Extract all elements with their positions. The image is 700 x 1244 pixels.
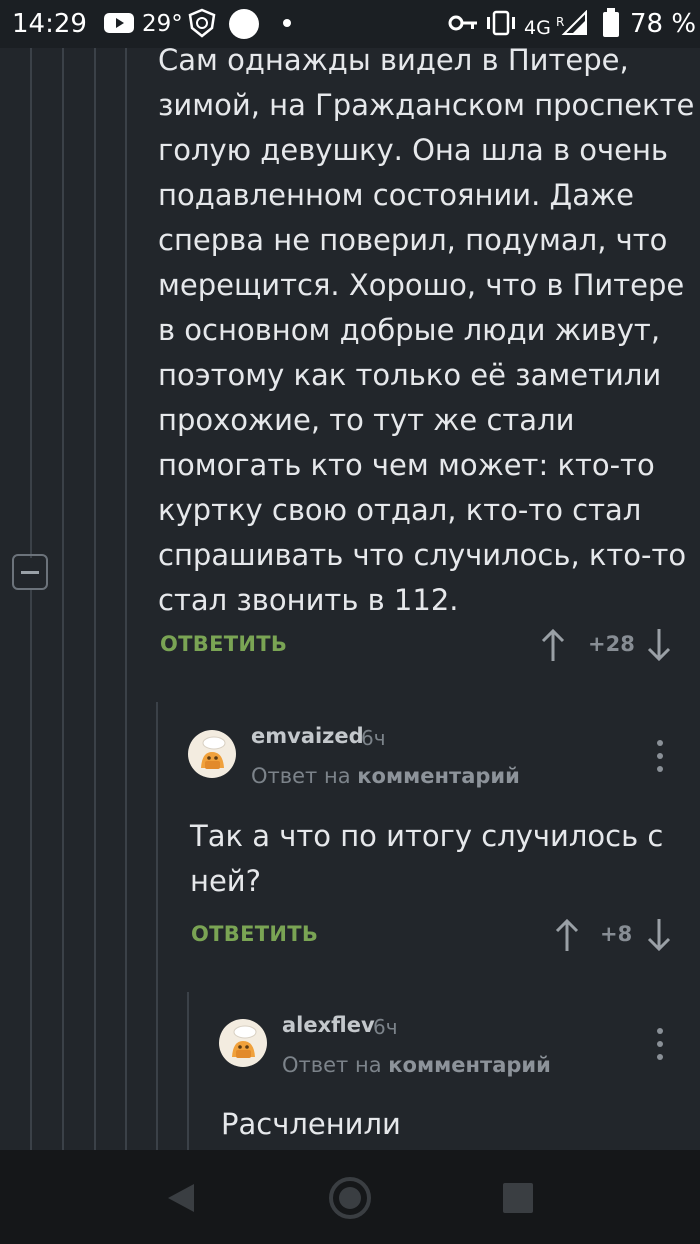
comment-time: 6ч	[373, 1015, 398, 1039]
reply-to-info: Ответ на комментарий	[282, 1053, 551, 1077]
comment-line: куртку свою отдал, кто-то стал	[158, 493, 642, 527]
comment-rating: +28	[588, 632, 635, 656]
downvote-icon[interactable]	[646, 628, 672, 662]
comment-line: подавленном состоянии. Даже	[158, 178, 634, 212]
reply-to-link[interactable]: комментарий	[357, 764, 520, 788]
youtube-icon	[104, 13, 134, 33]
comment-line: поэтому как только её заметили	[158, 358, 662, 392]
downvote-icon[interactable]	[646, 918, 672, 952]
comment-line: спрашивать что случилось, кто-то	[158, 538, 687, 572]
username[interactable]: alexflev	[282, 1013, 375, 1037]
comment-line: прохожие, то тут же стали	[158, 403, 575, 437]
comment-time: 6ч	[361, 726, 386, 750]
comment-line: голую девушку. Она шла в очень	[158, 133, 669, 167]
avatar[interactable]	[219, 1019, 267, 1067]
comment-line: зимой, на Гражданском проспекте	[158, 88, 695, 122]
comment-rating: +8	[600, 922, 633, 946]
thread-line	[30, 48, 32, 558]
comment-text: Так а что по итогу случилось с ней?	[190, 814, 663, 904]
vibrate-icon	[487, 10, 515, 36]
navigation-bar	[0, 1150, 700, 1244]
signal-icon	[561, 10, 587, 35]
avatar-image	[201, 736, 226, 769]
key-icon	[448, 15, 477, 31]
reply-to-link[interactable]: комментарий	[388, 1053, 551, 1077]
upvote-icon[interactable]	[554, 918, 580, 952]
thread-line	[94, 48, 96, 1150]
status-temperature: 29°	[142, 11, 183, 37]
recents-icon[interactable]	[503, 1183, 533, 1213]
reply-to-prefix: Ответ на	[282, 1053, 382, 1077]
thread-line	[62, 48, 64, 1150]
comment-line: сперва не поверил, подумал, что	[158, 223, 668, 257]
status-time: 14:29	[12, 9, 87, 39]
thread-line	[30, 590, 32, 1150]
thread-line	[125, 48, 127, 1150]
avatar[interactable]	[188, 730, 236, 778]
home-icon[interactable]	[328, 1176, 372, 1220]
comment-line: Сам однажды видел в Питере,	[158, 43, 629, 77]
thread-line	[156, 702, 158, 1150]
reply-button[interactable]: ОТВЕТИТЬ	[191, 922, 318, 946]
circle-app-icon	[229, 9, 259, 39]
back-icon[interactable]	[166, 1182, 196, 1214]
more-vertical-icon[interactable]	[650, 1026, 670, 1062]
comment-text: Сам однажды видел в Питере, зимой, на Гр…	[158, 38, 694, 623]
avatar-image	[232, 1025, 257, 1058]
comment-line: ней?	[190, 864, 262, 898]
comment-line: мерещится. Хорошо, что в Питере	[158, 268, 685, 302]
comment-line: Так а что по итогу случилось с	[190, 819, 664, 853]
battery-percent: 78 %	[630, 9, 697, 39]
comment-line: стал звонить в 112.	[158, 583, 459, 617]
collapse-thread-button[interactable]	[12, 554, 48, 590]
comment-line: в основном добрые люди живут,	[158, 313, 661, 347]
comment-line: помогать кто чем может: кто-то	[158, 448, 655, 482]
more-vertical-icon[interactable]	[650, 738, 670, 774]
comment-text: Расчленили	[221, 1102, 401, 1147]
comment-line: Расчленили	[221, 1107, 401, 1141]
reply-to-info: Ответ на комментарий	[251, 764, 520, 788]
thread-line	[187, 992, 189, 1150]
battery-icon	[603, 8, 619, 37]
notification-dot-icon	[283, 19, 291, 27]
username[interactable]: emvaized	[251, 724, 364, 748]
upvote-icon[interactable]	[540, 628, 566, 662]
reply-to-prefix: Ответ на	[251, 764, 351, 788]
reply-button[interactable]: ОТВЕТИТЬ	[160, 632, 287, 656]
shield-app-icon	[188, 8, 216, 38]
